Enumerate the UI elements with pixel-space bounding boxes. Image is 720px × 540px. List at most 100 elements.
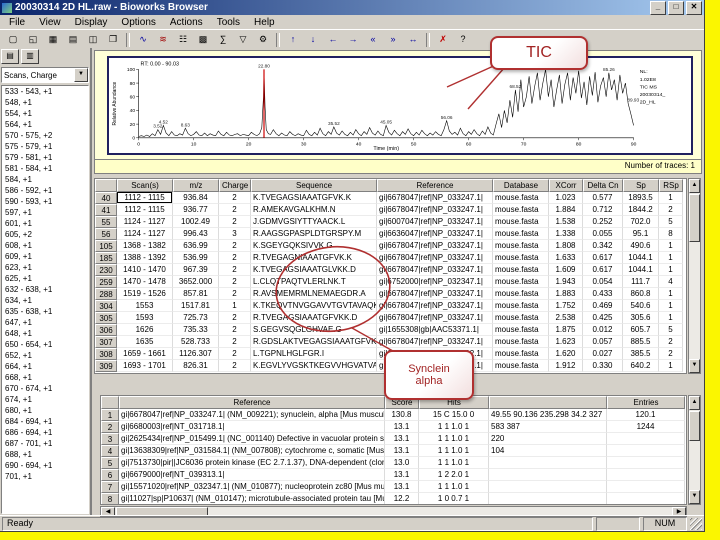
scroll-up-icon[interactable]: ▲ bbox=[689, 396, 700, 410]
scan-list-item[interactable]: 608, +1 bbox=[2, 240, 88, 251]
stop-button[interactable]: ✗ bbox=[433, 30, 453, 49]
table-row[interactable]: 55 1124 - 1127 1002.49 2 J.GDMVGSIYTTYAACK.L… bbox=[95, 216, 686, 228]
table-row[interactable]: 306 1626 735.33 2 S.GEGVSQGLGHVAE.G gi|165530… bbox=[95, 324, 686, 336]
table-row[interactable]: 305 1593 725.73 2 R.TVEGAGSIAAATGFVKK.D gi|66… bbox=[95, 312, 686, 324]
maximize-button[interactable]: □ bbox=[668, 0, 684, 15]
save-file-button[interactable]: ▦ bbox=[43, 30, 63, 49]
table-view-button[interactable]: ☷ bbox=[173, 30, 193, 49]
menu-view[interactable]: View bbox=[32, 17, 68, 28]
scroll-up-icon[interactable]: ▲ bbox=[689, 179, 700, 193]
scan-list-item[interactable]: 590 - 593, +1 bbox=[2, 196, 88, 207]
scan-list-item[interactable]: 686 - 694, +1 bbox=[2, 427, 88, 438]
nav-down-button[interactable]: ↓ bbox=[303, 30, 323, 49]
table-row[interactable]: 8 gi|11027|sp|P10637| (NM_010147); microt… bbox=[101, 493, 686, 504]
scan-list-item[interactable]: 674, +1 bbox=[2, 394, 88, 405]
nav-right-button[interactable]: → bbox=[343, 30, 363, 49]
scan-list-item[interactable]: 701, +1 bbox=[2, 471, 88, 482]
scan-list-item[interactable]: 575 - 579, +1 bbox=[2, 141, 88, 152]
table-row[interactable]: 56 1124 - 1127 996.43 3 R.AAGSGPASPLDTGRSPY.… bbox=[95, 228, 686, 240]
scan-list-item[interactable]: 690 - 694, +1 bbox=[2, 460, 88, 471]
scan-list-item[interactable]: 650 - 654, +1 bbox=[2, 339, 88, 350]
column-header[interactable] bbox=[101, 396, 119, 409]
column-header[interactable]: Reference bbox=[119, 396, 385, 409]
print-button[interactable]: ▤ bbox=[63, 30, 83, 49]
scan-list-item[interactable]: 597, +1 bbox=[2, 207, 88, 218]
column-header[interactable]: Reference bbox=[377, 179, 493, 192]
scan-list-item[interactable]: 564, +1 bbox=[2, 119, 88, 130]
title-bar[interactable]: 20030314 2D HL.raw - Bioworks Browser _ … bbox=[0, 0, 704, 15]
scan-list-item[interactable]: 601, +1 bbox=[2, 218, 88, 229]
column-header[interactable]: Scan(s) bbox=[117, 179, 173, 192]
scan-list-item[interactable]: 670 - 674, +1 bbox=[2, 383, 88, 394]
scan-list-item[interactable]: 586 - 592, +1 bbox=[2, 185, 88, 196]
column-header[interactable] bbox=[95, 179, 117, 192]
column-header[interactable]: m/z bbox=[173, 179, 219, 192]
scan-mode-dropdown[interactable]: Scans, Charge ▼ bbox=[1, 67, 89, 83]
nav-last-button[interactable]: » bbox=[383, 30, 403, 49]
scan-list-item[interactable]: 634, +1 bbox=[2, 295, 88, 306]
scan-list-item[interactable]: 680, +1 bbox=[2, 405, 88, 416]
settings-button[interactable]: ⚙ bbox=[253, 30, 273, 49]
scan-list-item[interactable]: 632 - 638, +1 bbox=[2, 284, 88, 295]
swap-button[interactable]: ↔ bbox=[403, 30, 423, 49]
panel-tab-file-info[interactable]: ▤ bbox=[1, 49, 19, 64]
scan-list-item[interactable]: 548, +1 bbox=[2, 97, 88, 108]
scan-list-item[interactable]: 605, +2 bbox=[2, 229, 88, 240]
menu-file[interactable]: File bbox=[2, 17, 32, 28]
column-header[interactable]: Sp bbox=[623, 179, 659, 192]
close-button[interactable]: ✕ bbox=[686, 0, 702, 15]
scroll-down-icon[interactable]: ▼ bbox=[689, 359, 700, 373]
copy-button[interactable]: ❐ bbox=[103, 30, 123, 49]
table-row[interactable]: 185 1388 - 1392 536.99 2 R.TVEGAGNIAAATGFVK.… bbox=[95, 252, 686, 264]
spectrum-chart-button[interactable]: ∿ bbox=[133, 30, 153, 49]
table-row[interactable]: 3 gi|2625434|ref|NP_015499.1| (NC_001140)… bbox=[101, 433, 686, 445]
scroll-down-icon[interactable]: ▼ bbox=[689, 490, 700, 504]
column-header[interactable]: Database bbox=[493, 179, 549, 192]
scan-list-item[interactable]: 668, +1 bbox=[2, 372, 88, 383]
table-row[interactable]: 5 gi|7513730|pir||JC6036 protein kinase (… bbox=[101, 457, 686, 469]
nav-left-button[interactable]: ← bbox=[323, 30, 343, 49]
scroll-track[interactable] bbox=[689, 243, 700, 359]
scan-list-item[interactable]: 579 - 581, +1 bbox=[2, 152, 88, 163]
protein-scrollbar[interactable]: ▲ ▼ bbox=[688, 395, 701, 505]
table-row[interactable]: 2 gi|6680003|ref|NT_031718.1| 13.1 1 1 1.0 … bbox=[101, 421, 686, 433]
scan-list-item[interactable]: 648, +1 bbox=[2, 328, 88, 339]
scan-list-item[interactable]: 664, +1 bbox=[2, 361, 88, 372]
scroll-thumb[interactable] bbox=[689, 194, 700, 242]
chromatogram-chart-button[interactable]: ≋ bbox=[153, 30, 173, 49]
table-row[interactable]: 307 1635 528.733 2 R.GDSLAKTVEGAGSIAAATGFVK.… bbox=[95, 336, 686, 348]
table-row[interactable]: 1 gi|6678047|ref|NP_033247.1| (NM_009221)… bbox=[101, 409, 686, 421]
tic-chart[interactable]: 0 10 20 30 40 50 60 70 80 90 0 20 40 60 80 100 3.52 4.52 8… bbox=[107, 56, 693, 155]
print-preview-button[interactable]: ◫ bbox=[83, 30, 103, 49]
sum-button[interactable]: ∑ bbox=[213, 30, 233, 49]
results-scrollbar[interactable]: ▲ ▼ bbox=[688, 178, 701, 374]
nav-up-button[interactable]: ↑ bbox=[283, 30, 303, 49]
table-row[interactable]: 4 gi|13638309|ref|NP_031584.1| (NM_007808… bbox=[101, 445, 686, 457]
scan-list-item[interactable]: 609, +1 bbox=[2, 251, 88, 262]
table-row[interactable]: 40 1112 - 1115 936.84 2 K.TVEGAGSIAAATGFVK.K… bbox=[95, 192, 686, 204]
table-row[interactable]: 304 1553 1517.81 1 K.TKEQVTNVGGAVVTGVTAVAQK.… bbox=[95, 300, 686, 312]
menu-options[interactable]: Options bbox=[114, 17, 162, 28]
table-row[interactable]: 288 1519 - 1526 857.81 2 R.AVSMEMRMLNEMAEGDR… bbox=[95, 288, 686, 300]
scan-list-item[interactable]: 635 - 638, +1 bbox=[2, 306, 88, 317]
menu-tools[interactable]: Tools bbox=[210, 17, 247, 28]
scan-list-item[interactable]: 584, +1 bbox=[2, 174, 88, 185]
scroll-track[interactable] bbox=[689, 442, 700, 490]
minimize-button[interactable]: _ bbox=[650, 0, 666, 15]
menu-display[interactable]: Display bbox=[68, 17, 115, 28]
open-file-button[interactable]: ◱ bbox=[23, 30, 43, 49]
column-header[interactable]: XCorr bbox=[549, 179, 583, 192]
scan-list-item[interactable]: 554, +1 bbox=[2, 108, 88, 119]
menu-help[interactable]: Help bbox=[247, 17, 282, 28]
new-document-button[interactable]: ▢ bbox=[3, 30, 23, 49]
scan-list-item[interactable]: 647, +1 bbox=[2, 317, 88, 328]
scan-list-item[interactable]: 687 - 701, +1 bbox=[2, 438, 88, 449]
column-header[interactable]: RSp bbox=[659, 179, 683, 192]
scan-list-item[interactable]: 625, +1 bbox=[2, 273, 88, 284]
table-row[interactable]: 259 1470 - 1478 3652.000 2 L.CLQTPAQTVLERLNK… bbox=[95, 276, 686, 288]
table-row[interactable]: 41 1112 - 1115 936.77 2 R.AMEKAVGALKHM.N gi|6… bbox=[95, 204, 686, 216]
scan-list-item[interactable]: 533 - 543, +1 bbox=[2, 86, 88, 97]
table-row[interactable]: 105 1368 - 1382 636.99 2 K.SGEYGQKSIVVK.G gi|… bbox=[95, 240, 686, 252]
grid-view-button[interactable]: ▩ bbox=[193, 30, 213, 49]
menu-actions[interactable]: Actions bbox=[163, 17, 210, 28]
